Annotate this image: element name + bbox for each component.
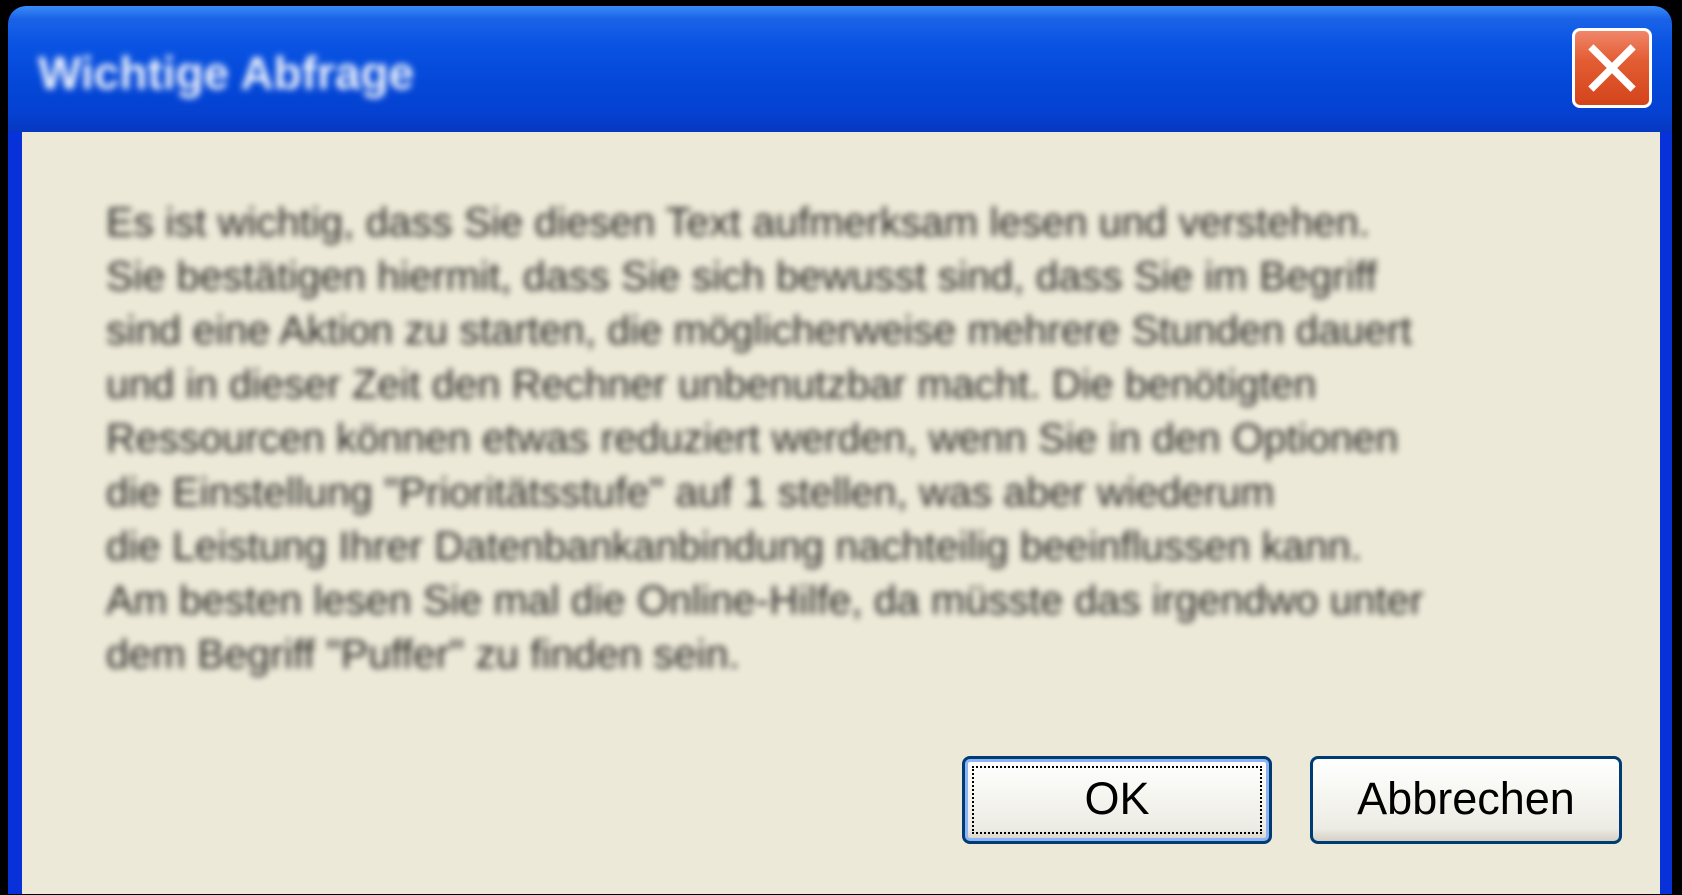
message-line: Es ist wichtig, dass Sie diesen Text auf… [106,199,1371,245]
cancel-button[interactable]: Abbrechen [1310,756,1622,844]
dialog-body: Es ist wichtig, dass Sie diesen Text auf… [22,132,1660,894]
title-bar[interactable]: Wichtige Abfrage [8,6,1672,132]
dialog-title: Wichtige Abfrage [38,47,415,99]
close-button[interactable] [1572,28,1652,108]
ok-button[interactable]: OK [962,756,1272,844]
message-line: die Einstellung "Prioritätsstufe" auf 1 … [106,469,1275,515]
dialog-message: Es ist wichtig, dass Sie diesen Text auf… [106,195,1526,681]
message-line: sind eine Aktion zu starten, die möglich… [106,307,1412,353]
message-line: Sie bestätigen hiermit, dass Sie sich be… [106,253,1377,299]
message-line: und in dieser Zeit den Rechner unbenutzb… [106,361,1317,407]
cancel-button-label: Abbrechen [1357,773,1575,824]
message-line: Ressourcen können etwas reduziert werden… [106,415,1399,461]
dialog-window: Wichtige Abfrage Es ist wichtig, dass Si… [8,6,1672,894]
close-icon [1588,44,1636,92]
message-line: Am besten lesen Sie mal die Online-Hilfe… [106,577,1424,623]
message-line: die Leistung Ihrer Datenbankanbindung na… [106,523,1362,569]
message-line: dem Begriff "Puffer" zu finden sein. [106,631,740,677]
ok-button-label: OK [1084,773,1150,824]
